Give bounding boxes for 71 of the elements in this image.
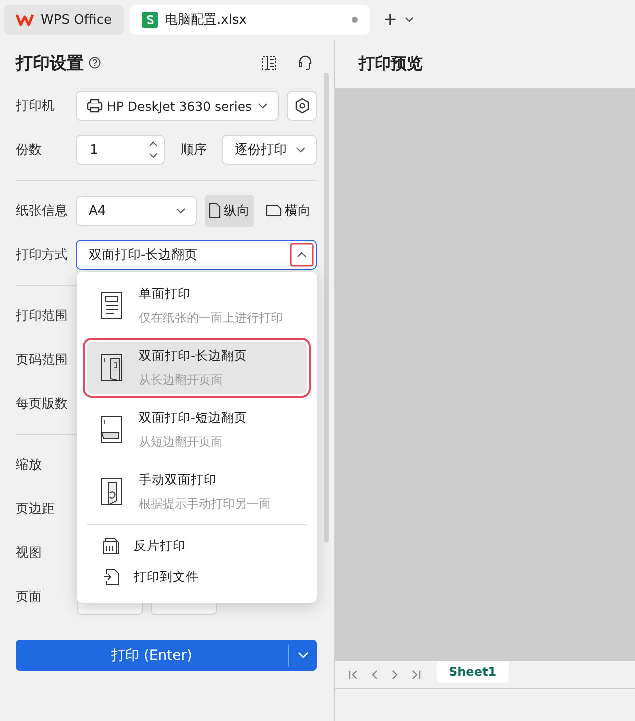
spreadsheet-icon [142,12,158,28]
landscape-page-icon [266,205,282,217]
field-label: 打印机 [16,98,56,115]
print-button[interactable]: 打印 (Enter) [16,640,317,671]
printer-icon [87,99,103,113]
duplex-mode-icon [101,353,123,383]
stepper-icon[interactable] [149,141,158,159]
paper-dropdown[interactable]: A4 [76,196,197,226]
export-file-icon [103,569,120,586]
field-label: 缩放 [16,457,43,474]
panel-title: 打印设置 [16,52,84,74]
chevron-up-icon [290,243,314,267]
menu-item-label: 打印到文件 [134,569,199,586]
duplex-mode-icon [101,415,123,445]
chevron-down-icon [296,147,306,153]
chevron-down-icon [176,208,186,214]
printer-dropdown[interactable]: HP DeskJet 3630 series [76,91,279,121]
sheet-tab[interactable]: Sheet1 [437,661,509,683]
last-sheet-icon[interactable] [411,670,421,680]
document-tab[interactable]: 电脑配置.xlsx [130,5,370,35]
menu-item[interactable]: 反片打印 [87,531,307,562]
field-label: 打印方式 [16,247,68,264]
orientation-toggle[interactable]: 横向 [262,195,315,227]
field-label: 页面 [16,589,43,606]
headset-icon[interactable] [298,55,313,71]
option-description: 仅在纸张的一面上进行打印 [139,310,283,326]
field-label: 打印范围 [16,308,68,325]
menu-item-label: 反片打印 [134,538,186,555]
first-sheet-icon[interactable] [349,670,359,680]
menu-option[interactable]: 手动双面打印 根据提示手动打印另一面 [87,466,307,518]
duplex-mode-icon [101,477,123,507]
previous-sheet-icon[interactable] [371,670,379,680]
chevron-down-icon[interactable] [298,652,309,659]
menu-item[interactable]: 打印到文件 [87,562,307,593]
field-label: 份数 [16,142,43,159]
field-label: 页边距 [16,501,56,518]
tab-label: WPS Office [41,12,112,28]
option-title: 单面打印 [139,286,192,302]
help-icon[interactable] [89,57,101,69]
option-title: 双面打印-长边翻页 [139,348,248,364]
printer-settings-button[interactable] [287,91,317,121]
option-description: 根据提示手动打印另一面 [139,496,271,512]
tab-label: 电脑配置.xlsx [165,12,247,29]
portrait-page-icon [209,203,221,219]
duplex-mode-icon [101,291,123,321]
option-title: 手动双面打印 [139,472,218,488]
field-label: 顺序 [181,142,207,159]
settings-icon [294,98,310,114]
caret-icon[interactable] [404,17,414,23]
chevron-down-icon [258,103,268,109]
field-label: 页码范围 [16,352,68,369]
field-label: 纸张信息 [16,203,68,220]
copies-field[interactable]: 1 [76,135,165,165]
print-mode-dropdown[interactable]: 双面打印-长边翻页 [76,240,317,270]
logo-icon [16,13,34,27]
option-title: 双面打印-短边翻页 [139,410,248,426]
order-dropdown[interactable]: 逐份打印 [222,135,317,165]
menu-option[interactable]: 单面打印 仅在纸张的一面上进行打印 [87,280,307,332]
field-label: 视图 [16,545,43,562]
option-description: 从长边翻开页面 [139,372,224,388]
new-tab-button[interactable]: + [382,9,399,31]
orientation-toggle[interactable]: 纵向 [205,195,254,227]
menu-option[interactable]: 双面打印-长边翻页 从长边翻开页面 [87,342,307,394]
field-label: 每页版数 [16,396,68,413]
mirror-print-icon [103,538,120,555]
preview-title: 打印预览 [359,54,423,74]
option-description: 从短边翻开页面 [139,434,224,450]
next-sheet-icon[interactable] [391,670,399,680]
layout-icon[interactable] [262,56,277,70]
document-tab[interactable]: WPS Office [4,5,124,35]
menu-option[interactable]: 双面打印-短边翻页 从短边翻开页面 [87,404,307,456]
